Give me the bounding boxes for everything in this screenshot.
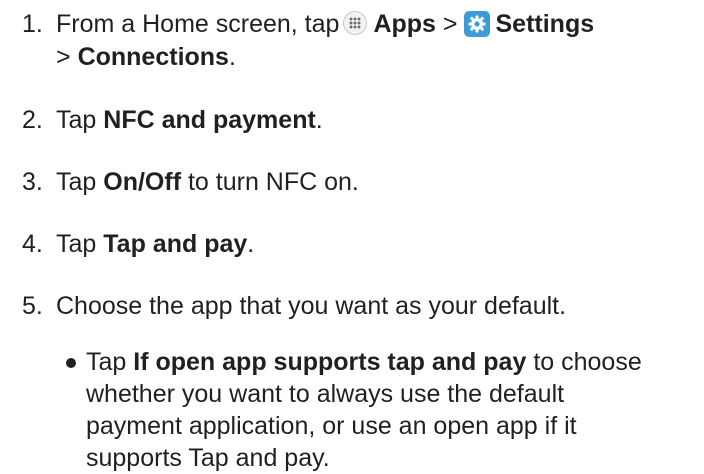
- step-1: 1. From a Home screen, tap Apps > Settings: [22, 8, 594, 41]
- step-text: From a Home screen, tap: [56, 10, 340, 38]
- settings-gear-icon: [463, 11, 490, 37]
- step-number: 5.: [22, 292, 43, 320]
- step-number: 4.: [22, 230, 43, 258]
- separator: >: [56, 43, 71, 71]
- period: .: [315, 106, 323, 134]
- bullet-dot: [66, 358, 76, 368]
- bullet-text: Tap If open app supports tap and pay to …: [86, 346, 646, 474]
- step-text: Tap: [56, 230, 97, 258]
- period: .: [247, 230, 255, 258]
- step-1-continued: > Connections.: [56, 41, 236, 74]
- apps-grid-icon: [343, 11, 368, 35]
- step-text: Tap: [56, 106, 97, 134]
- separator: >: [442, 10, 458, 38]
- step-number: 2.: [22, 106, 43, 134]
- step-text-tail: to turn NFC on.: [187, 168, 359, 196]
- tap-and-pay-label: Tap and pay: [103, 230, 248, 258]
- step-4: 4. Tap Tap and pay.: [22, 228, 254, 261]
- step-number: 1.: [22, 10, 43, 38]
- step-number: 3.: [22, 168, 43, 196]
- step-3: 3. Tap On/Off to turn NFC on.: [22, 166, 359, 199]
- nfc-and-payment-label: NFC and payment: [103, 106, 316, 134]
- settings-label: Settings: [495, 10, 595, 38]
- step-text: Tap: [56, 168, 97, 196]
- step-text: Choose the app that you want as your def…: [56, 292, 567, 320]
- period: .: [228, 43, 236, 71]
- step-2: 2. Tap NFC and payment.: [22, 104, 323, 137]
- on-off-label: On/Off: [103, 168, 182, 196]
- connections-label: Connections: [77, 43, 229, 71]
- bullet-lead: Tap: [86, 348, 127, 376]
- apps-label: Apps: [373, 10, 436, 38]
- if-open-app-supports-label: If open app supports tap and pay: [133, 348, 527, 376]
- step-5: 5. Choose the app that you want as your d…: [22, 290, 566, 323]
